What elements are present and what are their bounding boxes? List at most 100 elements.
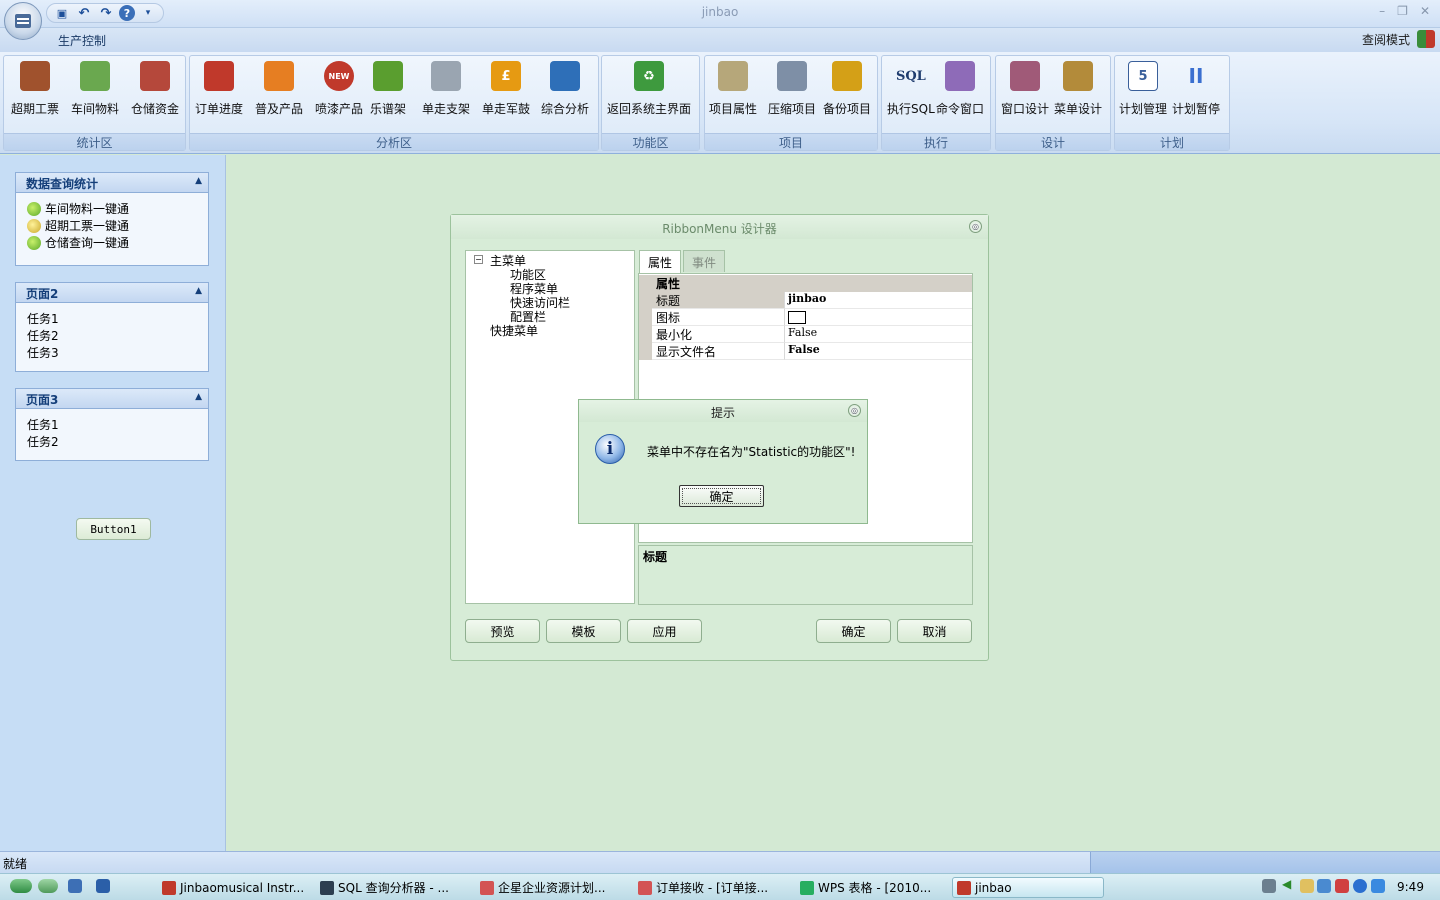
read-mode-label[interactable]: 查阅模式 bbox=[1362, 31, 1410, 48]
close-button[interactable]: ✕ bbox=[1420, 4, 1430, 18]
window-title: jinbao bbox=[701, 5, 739, 19]
ribbon-button[interactable]: 项目属性 bbox=[709, 56, 757, 134]
property-value[interactable]: False bbox=[785, 326, 972, 343]
ribbon-button[interactable]: 菜单设计 bbox=[1054, 56, 1102, 134]
collapse-tree-icon[interactable]: − bbox=[474, 255, 483, 264]
prompt-ok-button[interactable]: 确定 bbox=[679, 485, 764, 507]
ribbon-button[interactable]: SQL 执行SQL bbox=[887, 56, 935, 134]
collapse-icon[interactable]: ▲ bbox=[195, 286, 202, 296]
save-icon[interactable]: ▣ bbox=[53, 4, 71, 22]
button1[interactable]: Button1 bbox=[76, 518, 151, 540]
ribbon-button[interactable]: 普及产品 bbox=[255, 56, 303, 134]
property-category[interactable]: ⊟ 属性 bbox=[639, 275, 972, 292]
close-icon[interactable]: ◎ bbox=[848, 404, 861, 417]
ribbon-button[interactable]: 订单进度 bbox=[195, 56, 243, 134]
property-value[interactable] bbox=[785, 309, 972, 326]
apply-button[interactable]: 应用 bbox=[627, 619, 702, 643]
list-item[interactable]: 任务3 bbox=[16, 344, 208, 361]
list-item[interactable]: 仓储查询一键通 bbox=[16, 234, 208, 251]
list-item[interactable]: 车间物料一键通 bbox=[16, 200, 208, 217]
ribbon-button[interactable]: 压缩项目 bbox=[768, 56, 816, 134]
panel-header[interactable]: 数据查询统计 ▲ bbox=[16, 173, 208, 193]
ribbon-button-label: 单走军鼓 bbox=[482, 102, 531, 116]
shield-icon[interactable] bbox=[96, 879, 110, 893]
window-design-icon bbox=[1010, 61, 1040, 91]
house-icon bbox=[140, 61, 170, 91]
list-item[interactable]: 超期工票一键通 bbox=[16, 217, 208, 234]
template-button[interactable]: 模板 bbox=[546, 619, 621, 643]
taskbar-item[interactable]: 企星企业资源计划... bbox=[476, 877, 626, 898]
ribbon-button[interactable]: NEW 喷漆产品 bbox=[315, 56, 363, 134]
preview-button[interactable]: 预览 bbox=[465, 619, 540, 643]
list-item[interactable]: 任务1 bbox=[16, 310, 208, 327]
property-value[interactable]: jinbao bbox=[785, 292, 972, 309]
tree-node[interactable]: 快捷菜单 bbox=[490, 322, 538, 339]
calculator-icon bbox=[204, 61, 234, 91]
tab-events[interactable]: 事件 bbox=[683, 250, 726, 272]
ribbon-button[interactable]: 仓储资金 bbox=[131, 56, 179, 134]
taskbar-item[interactable]: 订单接收 - [订单接... bbox=[634, 877, 784, 898]
globe-icon[interactable] bbox=[1353, 879, 1367, 893]
tab-production-control[interactable]: 生产控制 bbox=[48, 30, 116, 50]
collapse-icon[interactable]: ▲ bbox=[195, 392, 202, 402]
list-item[interactable]: 任务2 bbox=[16, 433, 208, 450]
qat-customize-icon[interactable]: ▾ bbox=[139, 4, 157, 22]
keyboard-icon[interactable] bbox=[1262, 879, 1276, 893]
icon-swatch[interactable] bbox=[788, 311, 806, 324]
ribbon-group-label: 计划 bbox=[1115, 133, 1229, 150]
redo-icon[interactable]: ↷ bbox=[97, 4, 115, 22]
list-item[interactable]: 任务2 bbox=[16, 327, 208, 344]
ribbon-button[interactable]: £ 单走军鼓 bbox=[482, 56, 530, 134]
ribbon-button[interactable]: 车间物料 bbox=[71, 56, 119, 134]
ribbon-button-label: 仓储资金 bbox=[131, 102, 180, 116]
property-value[interactable]: False bbox=[785, 343, 972, 360]
ok-button[interactable]: 确定 bbox=[816, 619, 891, 643]
ribbon-button[interactable]: ♻ 返回系统主界面 bbox=[607, 56, 691, 134]
arrow-left-icon[interactable]: ◀ bbox=[1282, 877, 1292, 891]
ribbon-button[interactable]: II 计划暂停 bbox=[1172, 56, 1220, 134]
desktop-icon[interactable] bbox=[68, 879, 82, 893]
status-progress-panel bbox=[1090, 852, 1440, 873]
ribbon-button[interactable]: 超期工票 bbox=[11, 56, 59, 134]
cancel-button[interactable]: 取消 bbox=[897, 619, 972, 643]
ribbon-button[interactable]: 乐谱架 bbox=[370, 56, 406, 134]
property-tabs: 属性 事件 bbox=[639, 250, 726, 274]
users-icon[interactable] bbox=[1417, 30, 1435, 48]
property-row[interactable]: 标题 jinbao bbox=[639, 292, 972, 309]
property-row[interactable]: 图标 bbox=[639, 309, 972, 326]
collapse-icon[interactable]: ▲ bbox=[195, 176, 202, 186]
network-icon[interactable] bbox=[1317, 879, 1331, 893]
list-item[interactable]: 任务1 bbox=[16, 416, 208, 433]
property-row[interactable]: 最小化 False bbox=[639, 326, 972, 343]
ribbon-button-label: 菜单设计 bbox=[1054, 102, 1103, 116]
ribbon-button[interactable]: 单走支架 bbox=[422, 56, 470, 134]
taskbar-item[interactable]: jinbao bbox=[952, 877, 1104, 898]
property-row[interactable]: 显示文件名 False bbox=[639, 343, 972, 360]
quick-launch-icon[interactable] bbox=[38, 879, 58, 893]
restore-button[interactable]: ❐ bbox=[1397, 4, 1408, 18]
tab-properties[interactable]: 属性 bbox=[639, 250, 682, 274]
ribbon-button[interactable]: 命令窗口 bbox=[936, 56, 984, 134]
app-menu-button[interactable] bbox=[4, 2, 42, 40]
close-icon[interactable]: ◎ bbox=[969, 220, 982, 233]
volume-icon[interactable] bbox=[1371, 879, 1385, 893]
undo-icon[interactable]: ↶ bbox=[75, 4, 93, 22]
ribbon-button[interactable]: 窗口设计 bbox=[1001, 56, 1049, 134]
leaf-icon bbox=[27, 235, 41, 250]
tray-icon[interactable] bbox=[1300, 879, 1314, 893]
help-icon[interactable]: ? bbox=[119, 5, 135, 21]
ribbon-button[interactable]: 5 计划管理 bbox=[1119, 56, 1167, 134]
taskbar-item[interactable]: Jinbaomusical Instr... bbox=[158, 877, 308, 898]
panel-header[interactable]: 页面2 ▲ bbox=[16, 283, 208, 303]
antivirus-icon[interactable] bbox=[1335, 879, 1349, 893]
prompt-title: 提示 bbox=[579, 400, 867, 422]
ribbon-button[interactable]: 备份项目 bbox=[823, 56, 871, 134]
taskbar-item[interactable]: SQL 查询分析器 - ... bbox=[316, 877, 466, 898]
ribbon-button[interactable]: 综合分析 bbox=[541, 56, 589, 134]
minimize-button[interactable]: – bbox=[1379, 4, 1385, 18]
panel-page2: 页面2 ▲ 任务1 任务2 任务3 bbox=[15, 282, 209, 372]
ribbon-button-label: 返回系统主界面 bbox=[607, 102, 692, 116]
taskbar-item[interactable]: WPS 表格 - [2010... bbox=[796, 877, 946, 898]
start-button[interactable] bbox=[10, 879, 32, 893]
panel-header[interactable]: 页面3 ▲ bbox=[16, 389, 208, 409]
